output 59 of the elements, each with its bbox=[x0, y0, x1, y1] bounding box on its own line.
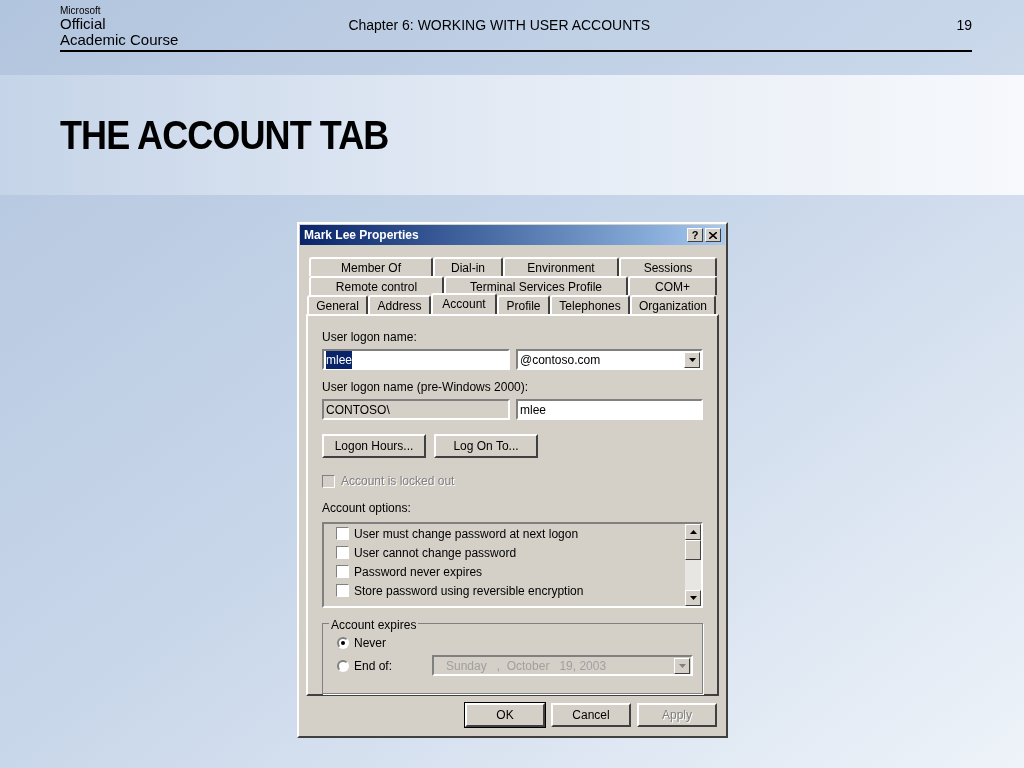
arrow-icon bbox=[689, 596, 697, 600]
dialog-button[interactable]: Log On To... bbox=[434, 434, 538, 458]
close-button[interactable] bbox=[705, 228, 721, 242]
scroll-button[interactable] bbox=[685, 590, 701, 606]
checkbox[interactable] bbox=[336, 527, 349, 540]
tab[interactable]: Telephones bbox=[550, 295, 630, 314]
field-label: User logon name (pre-Windows 2000): bbox=[322, 379, 530, 396]
logo-text: Academic Course bbox=[60, 32, 179, 48]
domain-field[interactable]: CONTOSO\ bbox=[322, 399, 510, 420]
checkbox[interactable] bbox=[336, 565, 349, 578]
radio-label: Never bbox=[354, 634, 387, 652]
field-label: User logon name: bbox=[322, 329, 418, 346]
field-value: CONTOSO\ bbox=[326, 401, 390, 419]
tab[interactable]: General bbox=[307, 295, 368, 314]
dialog-button[interactable]: OK bbox=[465, 703, 545, 727]
dropdown-arrow-icon bbox=[688, 357, 696, 362]
dialog-button[interactable]: Logon Hours... bbox=[322, 434, 426, 458]
logon-name-field[interactable]: mlee bbox=[516, 399, 703, 420]
logo-brand-text: Microsoft bbox=[60, 6, 102, 16]
field-value: @contoso.com bbox=[520, 351, 601, 369]
checkbox[interactable] bbox=[336, 584, 349, 597]
tab[interactable]: Dial-in bbox=[433, 257, 503, 276]
tab[interactable]: Organization bbox=[630, 295, 716, 314]
tab[interactable]: Member Of bbox=[309, 257, 433, 276]
slide-title: THE ACCOUNT TAB bbox=[60, 112, 389, 159]
window-title: Mark Lee Properties bbox=[304, 227, 419, 244]
tab[interactable]: Address bbox=[368, 295, 431, 314]
arrow-icon bbox=[689, 530, 697, 534]
tab[interactable]: COM+ bbox=[628, 276, 717, 295]
chapter-heading: Chapter 6: WORKING WITH USER ACCOUNTS bbox=[348, 15, 651, 35]
radio-button[interactable] bbox=[337, 636, 349, 649]
tab[interactable]: Remote control bbox=[309, 276, 444, 295]
tab[interactable]: Environment bbox=[503, 257, 619, 276]
logon-name-field[interactable]: mlee bbox=[322, 349, 510, 370]
checkbox-label: Password never expires bbox=[354, 563, 483, 581]
field-value: mlee bbox=[326, 350, 352, 369]
checkbox[interactable] bbox=[336, 546, 349, 559]
help-button[interactable]: ? bbox=[687, 228, 703, 242]
checkbox-label: User cannot change password bbox=[354, 544, 517, 562]
tab[interactable]: Sessions bbox=[619, 257, 717, 276]
domain-dropdown[interactable]: @contoso.com bbox=[516, 349, 703, 370]
close-icon bbox=[709, 231, 717, 239]
page-number: 19 bbox=[956, 15, 972, 35]
checkbox-label: User must change password at next logon bbox=[354, 525, 579, 543]
dialog-button[interactable]: Cancel bbox=[551, 703, 631, 727]
tab[interactable]: Profile bbox=[497, 295, 550, 314]
tab[interactable]: Terminal Services Profile bbox=[444, 276, 628, 295]
tab[interactable]: Account bbox=[431, 293, 497, 314]
field-label: Account options: bbox=[322, 500, 412, 517]
scroll-button[interactable] bbox=[685, 524, 701, 540]
scroll-thumb[interactable] bbox=[685, 540, 701, 560]
field-value: mlee bbox=[520, 401, 546, 419]
radio-button[interactable] bbox=[337, 659, 349, 672]
checkbox-label: Account is locked out bbox=[341, 473, 455, 490]
logo-text: Official bbox=[60, 16, 107, 32]
dropdown-button[interactable] bbox=[684, 351, 700, 368]
radio-label: End of: bbox=[354, 657, 394, 675]
checkbox-label: Store password using reversible encryption bbox=[354, 582, 584, 600]
dropdown-arrow-icon bbox=[678, 663, 686, 668]
